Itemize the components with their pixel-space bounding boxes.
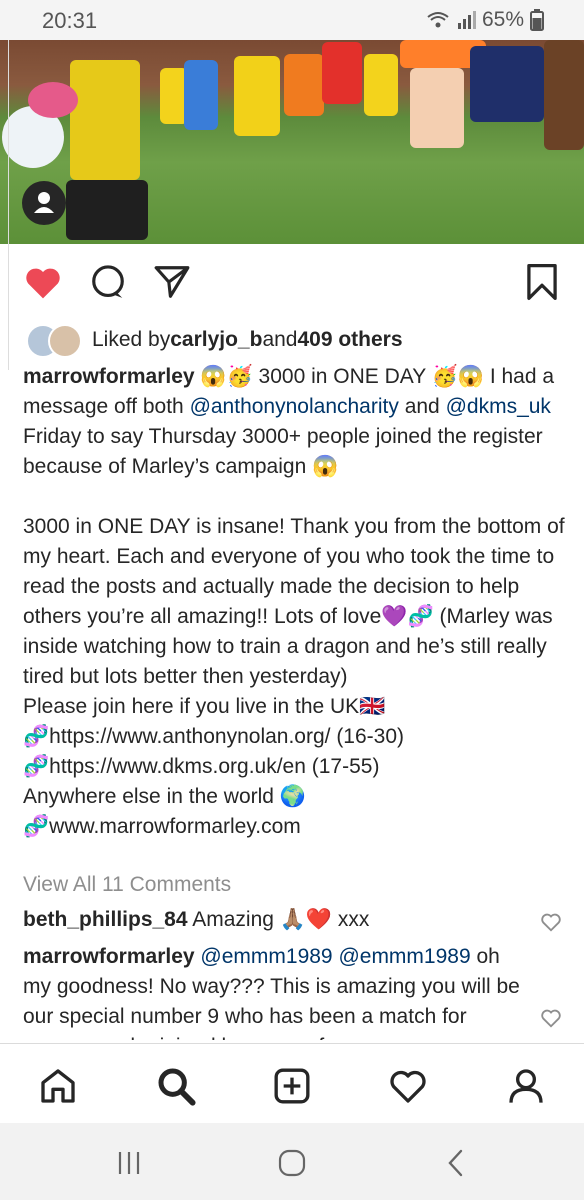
comment-icon — [92, 265, 124, 298]
liked-by[interactable]: Liked by carlyjo_b and 409 others — [26, 322, 566, 358]
comment-button[interactable] — [84, 258, 132, 306]
toy-bowl — [28, 82, 78, 118]
back-icon — [448, 1149, 463, 1177]
view-all-comments-link[interactable]: View All 11 Comments — [23, 873, 231, 897]
mention-link[interactable]: @anthonynolancharity — [190, 395, 399, 418]
child-legs — [410, 68, 464, 148]
home-button[interactable] — [267, 1143, 317, 1183]
toy-red-truck — [322, 42, 362, 104]
status-icons: 65% — [426, 8, 544, 32]
toy-tyre — [66, 180, 148, 240]
liker-avatars — [26, 324, 86, 358]
liked-by-and: and — [262, 328, 298, 351]
add-post-icon — [274, 1068, 310, 1104]
recent-apps-icon — [118, 1152, 140, 1174]
liked-by-prefix: Liked by — [92, 328, 171, 351]
post-actions — [0, 258, 584, 308]
comment-text: Amazing 🙏🏽❤️ xxx — [187, 908, 370, 931]
nav-search[interactable] — [152, 1062, 200, 1110]
back-button[interactable] — [431, 1143, 481, 1183]
save-button[interactable] — [518, 258, 566, 306]
caption-text: Friday to say Thursday 3000+ people join… — [23, 425, 565, 838]
toy-yellow-digger — [364, 54, 398, 116]
battery-percent: 65% — [481, 8, 524, 31]
liked-by-others[interactable]: 409 others — [297, 328, 402, 352]
caption-username[interactable]: marrowformarley — [23, 365, 195, 388]
comment-item: beth_phillips_84 Amazing 🙏🏽❤️ xxx — [23, 905, 523, 935]
wooden-planter — [544, 40, 584, 150]
clock: 20:31 — [42, 8, 98, 33]
post-caption: marrowformarley 😱🥳 3000 in ONE DAY 🥳😱 I … — [23, 362, 568, 842]
share-button[interactable] — [148, 258, 196, 306]
comment-username[interactable]: beth_phillips_84 — [23, 908, 188, 931]
mention-link[interactable]: @dkms_uk — [446, 395, 551, 418]
send-icon — [154, 266, 190, 298]
post-photo[interactable] — [0, 40, 584, 244]
bookmark-icon — [527, 264, 557, 300]
system-navigation-bar — [0, 1123, 584, 1200]
nav-new-post[interactable] — [268, 1062, 316, 1110]
wifi-icon — [427, 12, 449, 28]
mention-link[interactable]: @emmm1989 @emmm1989 — [195, 945, 470, 968]
toy-loader — [70, 60, 140, 180]
nav-activity[interactable] — [384, 1062, 432, 1110]
toy-wagon — [470, 46, 544, 122]
status-bar: 20:31 65% — [0, 0, 584, 40]
left-edge-divider — [0, 40, 9, 370]
toy-bulldozer — [234, 56, 280, 136]
toy-digger — [184, 60, 218, 130]
heart-icon — [26, 268, 60, 299]
search-icon — [158, 1068, 196, 1106]
home-button-icon — [278, 1149, 306, 1177]
person-icon — [34, 192, 54, 213]
like-button[interactable] — [19, 258, 67, 306]
profile-icon — [509, 1069, 543, 1103]
nav-home[interactable] — [34, 1062, 82, 1110]
bottom-navigation — [0, 1043, 584, 1124]
activity-heart-icon — [390, 1070, 426, 1103]
toy-orange-truck — [284, 54, 324, 116]
avatar — [48, 324, 82, 358]
recent-apps-button[interactable] — [104, 1143, 154, 1183]
home-icon — [41, 1069, 75, 1103]
comment-like-icon[interactable] — [540, 1007, 562, 1029]
signal-icon — [457, 11, 476, 29]
caption-text: and — [398, 395, 446, 418]
nav-profile[interactable] — [502, 1062, 550, 1110]
comment-item: marrowformarley @emmm1989 @emmm1989 oh m… — [23, 942, 523, 1040]
liked-by-user[interactable]: carlyjo_b — [170, 328, 262, 352]
comment-username[interactable]: marrowformarley — [23, 945, 195, 968]
comment-like-icon[interactable] — [540, 911, 562, 933]
tagged-people-button[interactable] — [22, 181, 66, 225]
battery-icon — [530, 9, 544, 31]
